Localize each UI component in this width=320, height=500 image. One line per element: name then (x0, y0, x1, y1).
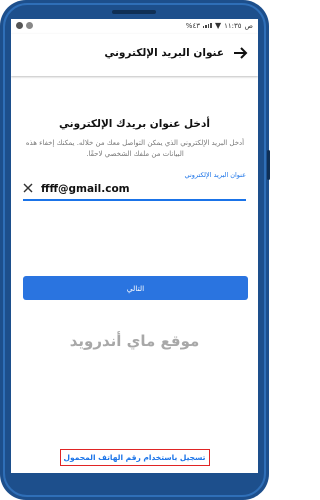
app-bar: عنوان البريد الإلكتروني (11, 34, 258, 76)
screen: %٤٣ ▼ ١١:٣٥ ص عنوان البريد الإلكتروني أد… (11, 19, 258, 473)
page-title: عنوان البريد الإلكتروني (104, 47, 224, 59)
speaker-grille (112, 10, 156, 14)
phone-signup-link-wrap: تسجيل باستخدام رقم الهاتف المحمول (11, 445, 258, 466)
arrow-right-icon[interactable] (232, 45, 248, 61)
email-field (23, 180, 246, 201)
status-period: ص (244, 21, 253, 30)
wifi-icon: ▼ (214, 21, 222, 30)
form-heading: أدخل عنوان بريدك الإلكتروني (59, 118, 210, 130)
email-underline (23, 199, 246, 201)
status-right: %٤٣ ▼ ١١:٣٥ ص (186, 21, 253, 30)
app-notification-icon (26, 22, 33, 29)
email-form: أدخل عنوان بريدك الإلكتروني أدخل البريد … (11, 76, 258, 473)
signal-icon (202, 23, 212, 28)
side-button (267, 150, 270, 180)
status-left (16, 22, 33, 29)
close-icon[interactable] (23, 183, 33, 193)
form-description: أدخل البريد الإلكتروني الذي يمكن التواصل… (25, 139, 245, 158)
notification-icon (16, 22, 23, 29)
next-button[interactable]: التالي (23, 276, 248, 300)
email-input[interactable] (41, 180, 246, 197)
status-bar: %٤٣ ▼ ١١:٣٥ ص (11, 19, 258, 34)
phone-frame: %٤٣ ▼ ١١:٣٥ ص عنوان البريد الإلكتروني أد… (0, 0, 270, 500)
email-field-label: عنوان البريد الإلكتروني (184, 171, 246, 179)
battery-percent: %٤٣ (185, 21, 200, 30)
status-time: ١١:٣٥ (224, 21, 242, 30)
watermark-text: موقع ماي أندرويد (69, 332, 200, 350)
phone-signup-link[interactable]: تسجيل باستخدام رقم الهاتف المحمول (59, 449, 210, 466)
